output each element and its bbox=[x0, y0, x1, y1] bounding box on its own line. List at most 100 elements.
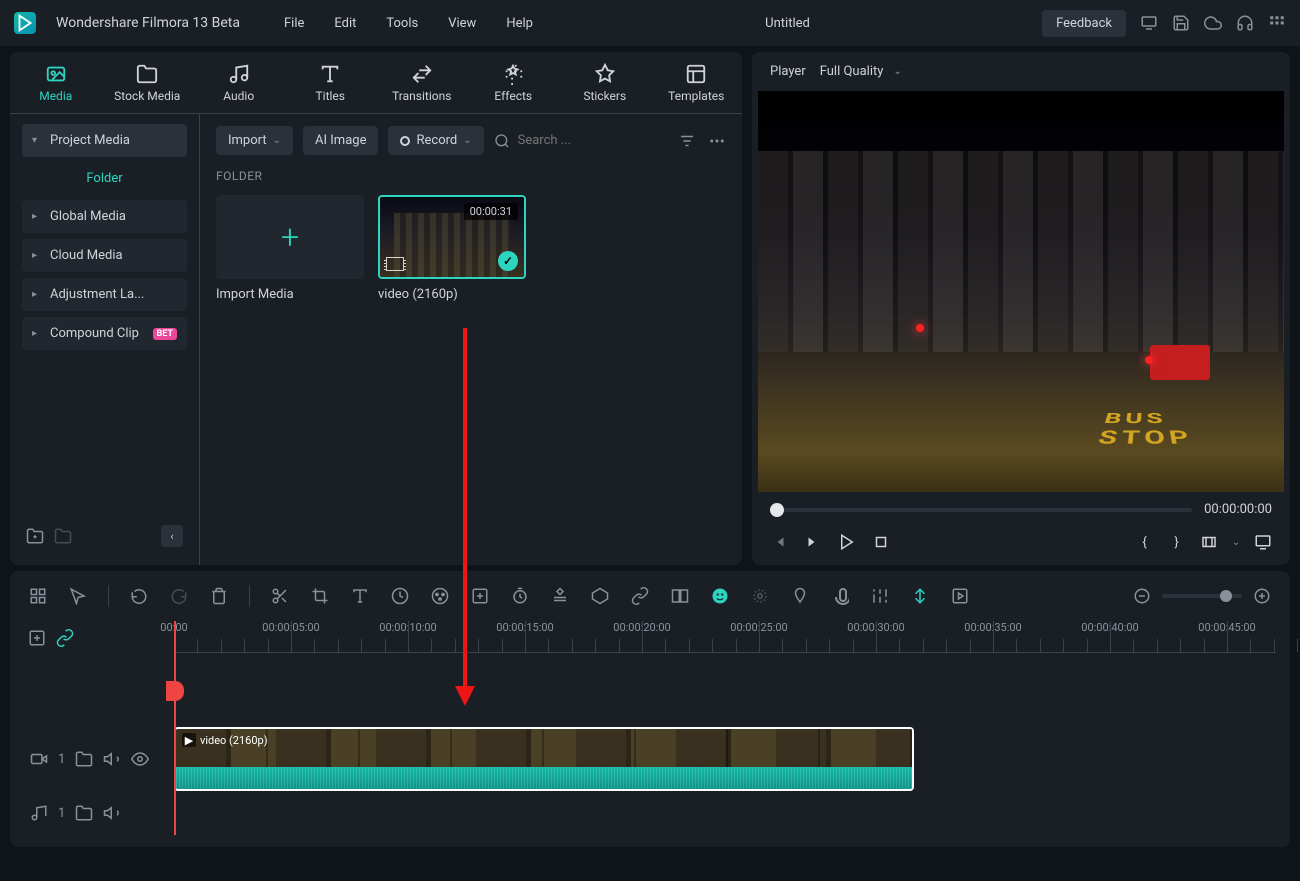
screenshot-icon[interactable] bbox=[470, 586, 490, 606]
main-menu: File Edit Tools View Help bbox=[284, 16, 533, 31]
video-track-head: 1 bbox=[24, 725, 174, 793]
color-icon[interactable] bbox=[430, 586, 450, 606]
aspect-icon[interactable] bbox=[1200, 533, 1218, 551]
tab-audio[interactable]: Audio bbox=[193, 52, 285, 113]
add-track-icon[interactable] bbox=[28, 629, 46, 647]
collapse-sidebar-button[interactable]: ‹ bbox=[161, 525, 183, 547]
zoom-in-icon[interactable] bbox=[1252, 586, 1272, 606]
apps-icon[interactable] bbox=[1268, 14, 1286, 32]
sidebar-global-media[interactable]: ▸Global Media bbox=[22, 200, 187, 233]
crop-icon[interactable] bbox=[310, 586, 330, 606]
sidebar-project-media[interactable]: ▾Project Media bbox=[22, 124, 187, 157]
video-track-lane[interactable]: ▶ video (2160p) bbox=[174, 725, 1276, 793]
display-icon[interactable] bbox=[1140, 14, 1158, 32]
render-icon[interactable] bbox=[950, 586, 970, 606]
duration-badge: 00:00:31 bbox=[464, 203, 518, 220]
audio-lock-icon[interactable] bbox=[75, 804, 93, 822]
marker-icon[interactable] bbox=[790, 586, 810, 606]
sidebar-folder-label[interactable]: Folder bbox=[22, 163, 187, 194]
beta-badge: BET bbox=[153, 328, 177, 340]
lock-icon[interactable] bbox=[75, 750, 93, 768]
undo-icon[interactable] bbox=[129, 586, 149, 606]
audio-mix-icon[interactable] bbox=[870, 586, 890, 606]
fullscreen-icon[interactable] bbox=[1254, 533, 1272, 551]
link-icon[interactable] bbox=[630, 586, 650, 606]
detach-icon[interactable] bbox=[670, 586, 690, 606]
quality-select[interactable]: Full Quality ⌄ bbox=[820, 64, 902, 79]
redo-icon[interactable] bbox=[169, 586, 189, 606]
preview-viewport[interactable] bbox=[758, 91, 1284, 492]
menu-tools[interactable]: Tools bbox=[386, 16, 418, 31]
play-icon[interactable] bbox=[838, 533, 856, 551]
tab-media[interactable]: Media bbox=[10, 52, 102, 113]
stop-icon[interactable] bbox=[872, 533, 890, 551]
cursor-icon[interactable] bbox=[68, 586, 88, 606]
tab-stickers[interactable]: Stickers bbox=[559, 52, 651, 113]
document-title: Untitled bbox=[553, 16, 1022, 31]
scrub-handle[interactable] bbox=[770, 503, 784, 517]
zoom-slider[interactable] bbox=[1162, 594, 1242, 598]
app-name: Wondershare Filmora 13 Beta bbox=[56, 15, 240, 31]
scrub-track[interactable] bbox=[770, 508, 1192, 512]
tab-effects[interactable]: Effects bbox=[468, 52, 560, 113]
mark-out-icon[interactable]: } bbox=[1168, 533, 1186, 551]
mark-in-icon[interactable]: { bbox=[1136, 533, 1154, 551]
support-icon[interactable] bbox=[1236, 14, 1254, 32]
new-folder-icon[interactable] bbox=[26, 527, 44, 545]
effects-tl-icon[interactable] bbox=[750, 586, 770, 606]
keyframe-icon[interactable] bbox=[550, 586, 570, 606]
link-track-icon[interactable] bbox=[56, 629, 74, 647]
more-icon[interactable] bbox=[708, 132, 726, 150]
folder-icon[interactable] bbox=[54, 527, 72, 545]
plus-icon: + bbox=[281, 218, 299, 256]
speed-icon[interactable] bbox=[390, 586, 410, 606]
timeline-panel: 00:0000:00:05:0000:00:10:0000:00:15:0000… bbox=[10, 571, 1290, 847]
audio-mute-icon[interactable] bbox=[103, 804, 121, 822]
tab-titles[interactable]: Titles bbox=[285, 52, 377, 113]
layout-icon[interactable] bbox=[28, 586, 48, 606]
next-frame-icon[interactable] bbox=[804, 533, 822, 551]
ai-icon[interactable] bbox=[710, 586, 730, 606]
zoom-out-icon[interactable] bbox=[1132, 586, 1152, 606]
app-logo bbox=[14, 12, 36, 34]
text-icon[interactable] bbox=[350, 586, 370, 606]
duration-icon[interactable] bbox=[510, 586, 530, 606]
mute-icon[interactable] bbox=[103, 750, 121, 768]
split-icon[interactable] bbox=[270, 586, 290, 606]
menu-edit[interactable]: Edit bbox=[334, 16, 356, 31]
sidebar-compound-clip[interactable]: ▸Compound Clip BET bbox=[22, 317, 187, 350]
sidebar-cloud-media[interactable]: ▸Cloud Media bbox=[22, 239, 187, 272]
filter-icon[interactable] bbox=[678, 132, 696, 150]
titlebar: Wondershare Filmora 13 Beta File Edit To… bbox=[0, 0, 1300, 46]
player-label: Player bbox=[770, 64, 806, 79]
search-input[interactable] bbox=[516, 132, 616, 149]
record-button[interactable]: Record⌄ bbox=[388, 126, 483, 155]
timeline-clip[interactable]: ▶ video (2160p) bbox=[174, 727, 914, 791]
feedback-button[interactable]: Feedback bbox=[1042, 10, 1126, 37]
menu-help[interactable]: Help bbox=[506, 16, 533, 31]
search-box[interactable] bbox=[494, 132, 668, 149]
import-button[interactable]: Import⌄ bbox=[216, 126, 293, 155]
save-icon[interactable] bbox=[1172, 14, 1190, 32]
timeline-ruler[interactable]: 00:0000:00:05:0000:00:10:0000:00:15:0000… bbox=[174, 621, 1276, 653]
delete-icon[interactable] bbox=[209, 586, 229, 606]
prev-frame-icon[interactable] bbox=[770, 533, 788, 551]
clip-waveform bbox=[176, 767, 912, 789]
cloud-icon[interactable] bbox=[1204, 14, 1222, 32]
media-content: Import⌄ AI Image Record⌄ bbox=[200, 114, 742, 565]
media-clip[interactable]: 00:00:31 ✓ video (2160p) bbox=[378, 195, 526, 302]
tab-templates[interactable]: Templates bbox=[651, 52, 743, 113]
ai-image-button[interactable]: AI Image bbox=[303, 126, 378, 155]
import-media-cell[interactable]: + Import Media bbox=[216, 195, 364, 302]
eye-icon[interactable] bbox=[131, 750, 149, 768]
mask-icon[interactable] bbox=[590, 586, 610, 606]
magnetic-icon[interactable] bbox=[910, 586, 930, 606]
mic-icon[interactable] bbox=[830, 586, 850, 606]
menu-view[interactable]: View bbox=[448, 16, 476, 31]
tab-stock-media[interactable]: Stock Media bbox=[102, 52, 194, 113]
menu-file[interactable]: File bbox=[284, 16, 304, 31]
sidebar-adjustment-layer[interactable]: ▸Adjustment La... bbox=[22, 278, 187, 311]
tab-transitions[interactable]: Transitions bbox=[376, 52, 468, 113]
playhead[interactable] bbox=[174, 621, 176, 835]
video-track-icon bbox=[30, 750, 48, 768]
